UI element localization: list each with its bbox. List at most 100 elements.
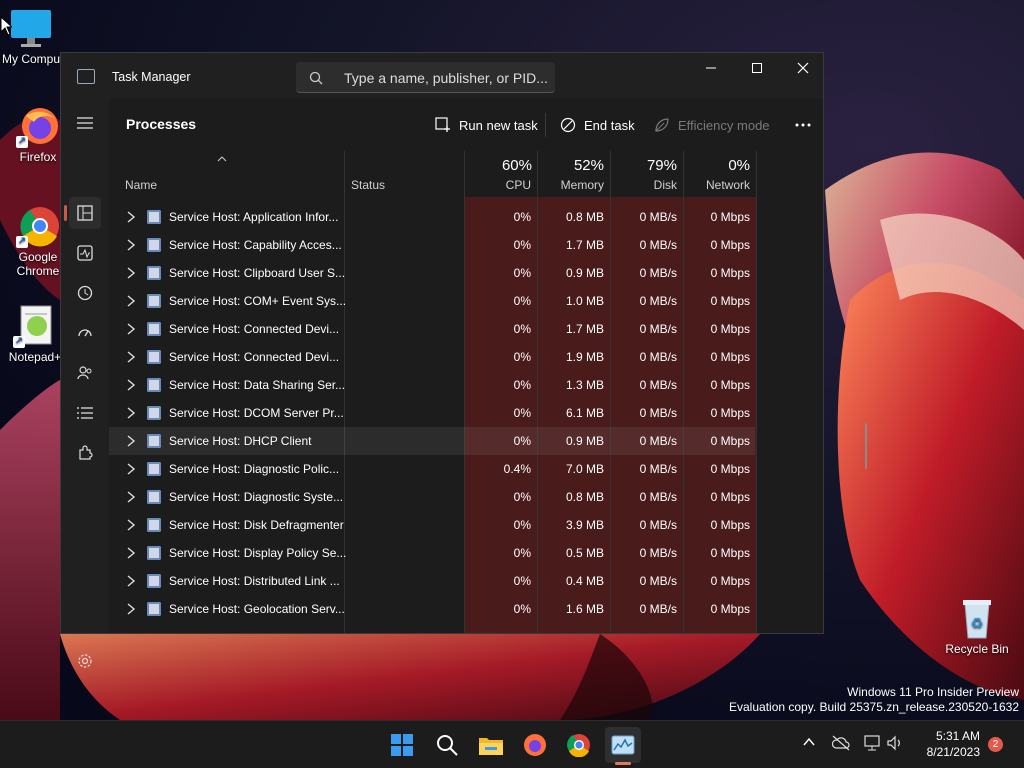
process-network-value: 0 Mbps xyxy=(710,378,750,392)
efficiency-mode-button[interactable]: Efficiency mode xyxy=(654,111,770,139)
chevron-right-icon[interactable] xyxy=(126,491,136,503)
chevron-right-icon[interactable] xyxy=(126,323,136,335)
column-header-cpu[interactable]: CPU xyxy=(464,178,531,192)
run-new-task-button[interactable]: Run new task xyxy=(435,111,538,139)
chevron-right-icon[interactable] xyxy=(126,351,136,363)
table-row[interactable]: Service Host: Diagnostic Syste... 0% 0.8 M… xyxy=(109,483,755,511)
process-name: Service Host: Display Policy Se... xyxy=(169,546,347,560)
table-row[interactable]: Service Host: DCOM Server Pr... 0% 6.1 MB 0… xyxy=(109,399,755,427)
table-row[interactable]: Service Host: Distributed Link ... 0% 0.4 … xyxy=(109,567,755,595)
process-name: Service Host: Diagnostic Polic... xyxy=(169,462,340,476)
chrome-icon: ↗ xyxy=(16,204,60,248)
desktop-icon-notepadpp[interactable]: ↗ Notepad+ xyxy=(4,304,66,364)
service-host-icon xyxy=(147,266,161,280)
nav-details[interactable] xyxy=(69,397,101,429)
nav-performance[interactable] xyxy=(69,237,101,269)
process-name: Service Host: Application Infor... xyxy=(169,210,339,224)
notification-badge[interactable]: 2 xyxy=(988,737,1003,752)
speaker-icon xyxy=(887,735,900,751)
process-cpu-value: 0% xyxy=(513,574,531,588)
desktop-icon-my-computer[interactable]: My Compu xyxy=(0,6,62,66)
search-box[interactable] xyxy=(296,62,555,93)
taskbar-file-explorer[interactable] xyxy=(473,727,509,763)
taskbar-chrome[interactable] xyxy=(561,727,597,763)
onedrive-tray[interactable] xyxy=(831,735,850,756)
table-row[interactable]: Service Host: Display Policy Se... 0% 0.5 … xyxy=(109,539,755,567)
table-row[interactable]: Service Host: Disk Defragmenter 0% 3.9 MB 0… xyxy=(109,511,755,539)
service-host-icon xyxy=(147,294,161,308)
table-row[interactable]: Service Host: Connected Devi... 0% 1.7 MB 0… xyxy=(109,315,755,343)
table-row[interactable]: Service Host: DHCP Client 0% 0.9 MB 0 MB/s 0… xyxy=(109,427,755,455)
shortcut-arrow-icon: ↗ xyxy=(16,136,28,148)
chevron-right-icon[interactable] xyxy=(126,575,136,587)
network-total-percent: 0% xyxy=(728,157,750,174)
end-task-button[interactable]: End task xyxy=(560,111,635,139)
process-network-value: 0 Mbps xyxy=(710,294,750,308)
table-row[interactable]: Service Host: Capability Acces... 0% 1.7 M… xyxy=(109,231,755,259)
table-row[interactable]: Service Host: Application Infor... 0% 0.8 … xyxy=(109,203,755,231)
column-header-status[interactable]: Status xyxy=(351,178,385,192)
chevron-right-icon[interactable] xyxy=(126,435,136,447)
table-row[interactable]: Service Host: Diagnostic Polic... 0.4% 7.0… xyxy=(109,455,755,483)
chevron-right-icon[interactable] xyxy=(126,547,136,559)
table-row[interactable]: Service Host: Geolocation Serv... 0% 1.6 M… xyxy=(109,595,755,623)
volume-tray[interactable] xyxy=(887,735,905,756)
process-network-value: 0 Mbps xyxy=(710,518,750,532)
process-disk-value: 0 MB/s xyxy=(639,350,677,364)
chevron-right-icon[interactable] xyxy=(126,463,136,475)
service-host-icon xyxy=(147,434,161,448)
network-tray[interactable] xyxy=(864,735,882,756)
process-name: Service Host: Capability Acces... xyxy=(169,238,342,252)
scrollbar-thumb[interactable] xyxy=(865,423,867,469)
nav-app-history[interactable] xyxy=(69,277,101,309)
start-button[interactable] xyxy=(384,727,420,763)
chevron-right-icon[interactable] xyxy=(126,379,136,391)
column-header-name[interactable]: Name xyxy=(125,178,157,192)
table-row[interactable]: Service Host: Clipboard User S... 0% 0.9 M… xyxy=(109,259,755,287)
nav-settings[interactable] xyxy=(69,645,101,677)
process-disk-value: 0 MB/s xyxy=(639,266,677,280)
column-header-disk[interactable]: Disk xyxy=(610,178,677,192)
task-manager-icon xyxy=(611,735,635,755)
process-disk-value: 0 MB/s xyxy=(639,406,677,420)
process-name: Service Host: DCOM Server Pr... xyxy=(169,406,344,420)
process-disk-value: 0 MB/s xyxy=(639,462,677,476)
process-network-value: 0 Mbps xyxy=(710,462,750,476)
nav-startup-apps[interactable] xyxy=(69,317,101,349)
title-bar[interactable]: Task Manager xyxy=(61,53,823,99)
cpu-total-percent: 60% xyxy=(501,157,532,174)
chevron-right-icon[interactable] xyxy=(126,267,136,279)
menu-button[interactable] xyxy=(69,107,101,139)
nav-services[interactable] xyxy=(69,437,101,469)
table-row[interactable]: Service Host: Connected Devi... 0% 1.9 MB 0… xyxy=(109,343,755,371)
maximize-button[interactable] xyxy=(734,53,780,83)
chevron-right-icon[interactable] xyxy=(126,603,136,615)
close-button[interactable] xyxy=(780,53,826,83)
process-memory-value: 7.0 MB xyxy=(565,462,604,476)
more-options-button[interactable] xyxy=(789,111,817,139)
minimize-button[interactable] xyxy=(688,53,734,83)
process-disk-value: 0 MB/s xyxy=(639,490,677,504)
show-hidden-icons-button[interactable] xyxy=(802,735,816,754)
process-network-value: 0 Mbps xyxy=(710,434,750,448)
desktop-icon-recycle-bin[interactable]: ♻ Recycle Bin xyxy=(944,596,1010,656)
chevron-right-icon[interactable] xyxy=(126,407,136,419)
column-header-network[interactable]: Network xyxy=(683,178,750,192)
nav-users[interactable] xyxy=(69,357,101,389)
table-row[interactable]: Service Host: COM+ Event Sys... 0% 1.0 MB 0… xyxy=(109,287,755,315)
search-input[interactable] xyxy=(342,68,551,88)
table-row[interactable]: Service Host: Data Sharing Ser... 0% 1.3 M… xyxy=(109,371,755,399)
process-memory-value: 3.9 MB xyxy=(565,518,604,532)
taskbar-firefox[interactable] xyxy=(517,727,553,763)
taskbar-search-button[interactable] xyxy=(429,727,465,763)
nav-processes[interactable] xyxy=(69,197,101,229)
clock[interactable]: 5:31 AM 8/21/2023 xyxy=(910,728,980,760)
process-name: Service Host: Disk Defragmenter xyxy=(169,518,344,532)
chevron-right-icon[interactable] xyxy=(126,211,136,223)
column-header-memory[interactable]: Memory xyxy=(537,178,604,192)
taskbar-task-manager[interactable] xyxy=(605,727,641,763)
chevron-right-icon[interactable] xyxy=(126,239,136,251)
chevron-right-icon[interactable] xyxy=(126,519,136,531)
chevron-right-icon[interactable] xyxy=(126,295,136,307)
efficiency-mode-label: Efficiency mode xyxy=(678,117,770,133)
